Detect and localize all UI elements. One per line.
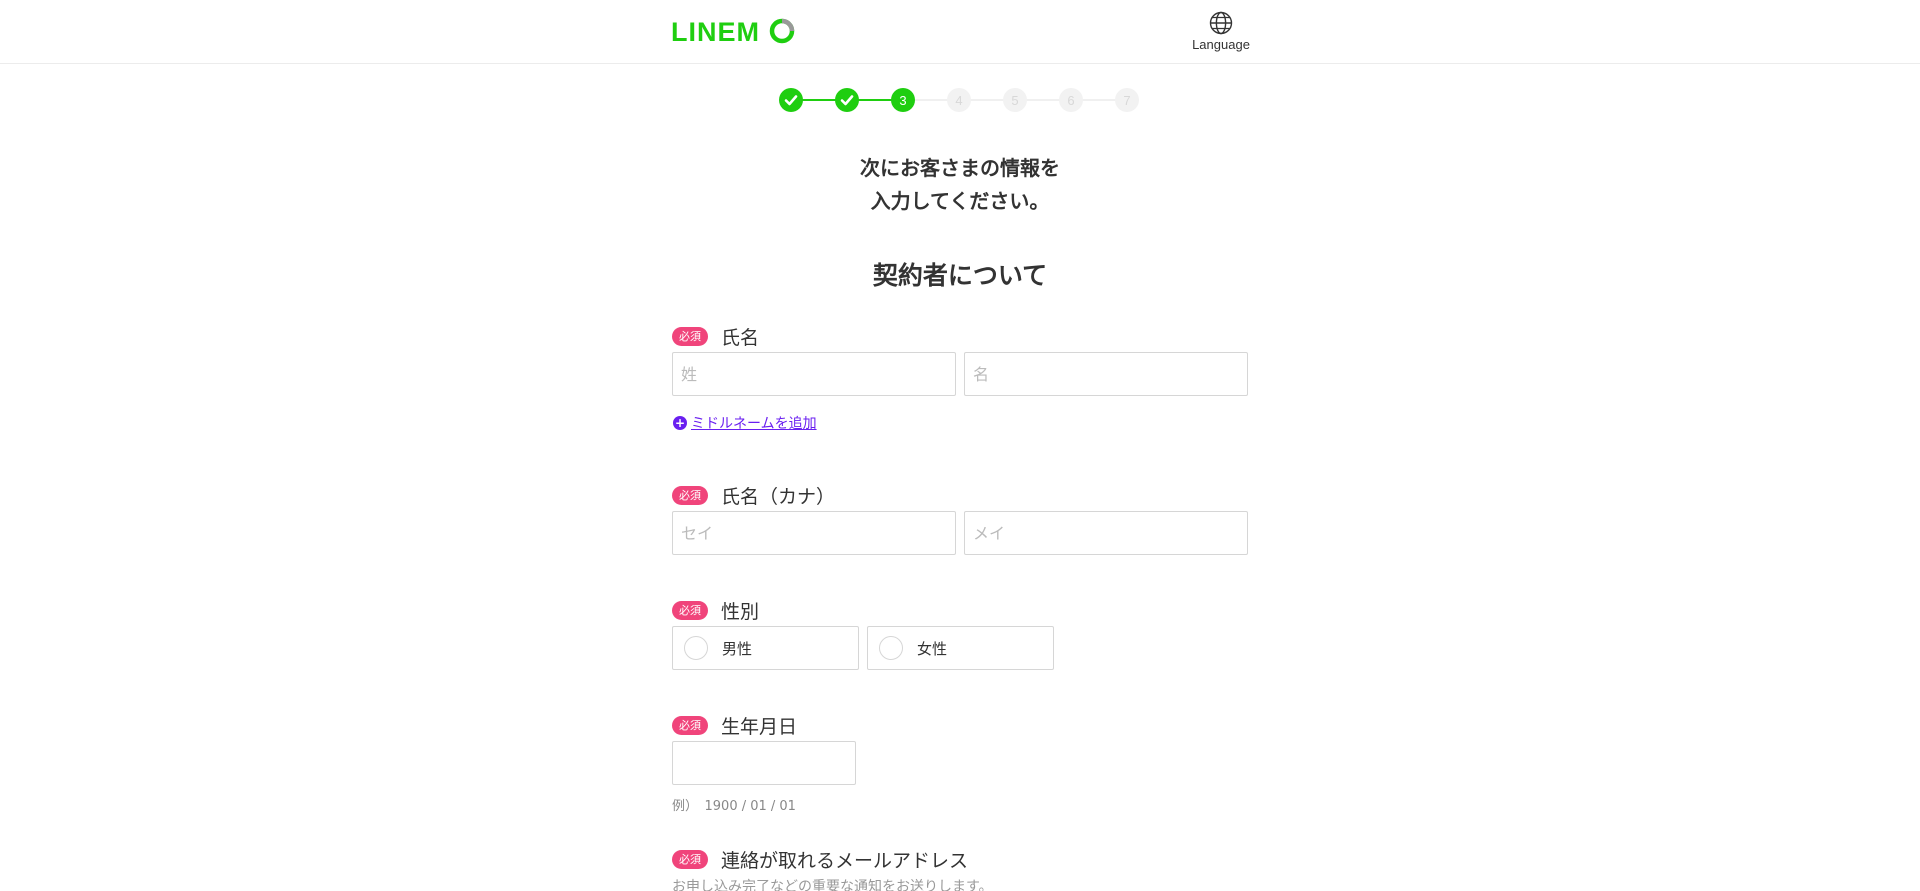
step-7: 7 (1115, 88, 1139, 112)
gender-male-radio[interactable]: 男性 (672, 626, 859, 670)
radio-circle (684, 636, 708, 660)
name-label-row: 必須 氏名 (672, 323, 759, 350)
required-badge: 必須 (672, 601, 708, 620)
step-6: 6 (1059, 88, 1083, 112)
required-badge: 必須 (672, 327, 708, 346)
first-name-kana-input[interactable] (964, 511, 1248, 555)
step-3-current: 3 (891, 88, 915, 112)
required-badge: 必須 (672, 486, 708, 505)
plus-icon: + (673, 416, 687, 430)
gender-label: 性別 (721, 601, 760, 623)
birthdate-label: 生年月日 (721, 716, 798, 738)
intro-heading: 次にお客さまの情報を 入力してください。 (0, 152, 1920, 218)
logo-mark: LINEM (671, 18, 795, 44)
language-button[interactable]: Language (1190, 11, 1252, 55)
gender-female-label: 女性 (917, 639, 948, 658)
required-badge: 必須 (672, 716, 708, 735)
email-note: お申し込み完了などの重要な通知をお送りします。 (672, 879, 993, 891)
birthdate-example: 例） 1900 / 01 / 01 (672, 799, 796, 814)
gender-label-row: 必須 性別 (672, 597, 759, 624)
add-middle-name-label: ミドルネームを追加 (691, 416, 817, 432)
gender-female-radio[interactable]: 女性 (867, 626, 1054, 670)
gender-male-label: 男性 (722, 639, 753, 658)
intro-line-2: 入力してください。 (870, 189, 1050, 213)
language-label: Language (1192, 37, 1250, 52)
section-title: 契約者について (872, 261, 1048, 290)
required-badge: 必須 (672, 850, 708, 869)
step-2-done (835, 88, 859, 112)
globe-icon (1209, 11, 1233, 35)
email-label-row: 必須 連絡が取れるメールアドレス (672, 846, 968, 873)
email-label: 連絡が取れるメールアドレス (721, 850, 969, 872)
name-label: 氏名 (721, 327, 760, 349)
first-name-input[interactable] (964, 352, 1248, 396)
svg-text:LINEM: LINEM (671, 18, 760, 44)
birthdate-input[interactable] (672, 741, 856, 785)
header: LINEM Language (0, 0, 1920, 64)
kana-label: 氏名（カナ） (721, 486, 836, 508)
birthdate-label-row: 必須 生年月日 (672, 712, 797, 739)
linemo-logo[interactable]: LINEM (671, 18, 795, 44)
step-5: 5 (1003, 88, 1027, 112)
check-icon (784, 95, 798, 106)
last-name-input[interactable] (672, 352, 956, 396)
add-middle-name-link[interactable]: + ミドルネームを追加 (673, 413, 817, 433)
last-name-kana-input[interactable] (672, 511, 956, 555)
step-1-done (779, 88, 803, 112)
kana-label-row: 必須 氏名（カナ） (672, 482, 835, 509)
step-4: 4 (947, 88, 971, 112)
check-icon (840, 95, 854, 106)
intro-line-1: 次にお客さまの情報を (860, 156, 1060, 180)
progress-stepper: 3 4 5 6 7 (779, 88, 1141, 112)
radio-circle (879, 636, 903, 660)
